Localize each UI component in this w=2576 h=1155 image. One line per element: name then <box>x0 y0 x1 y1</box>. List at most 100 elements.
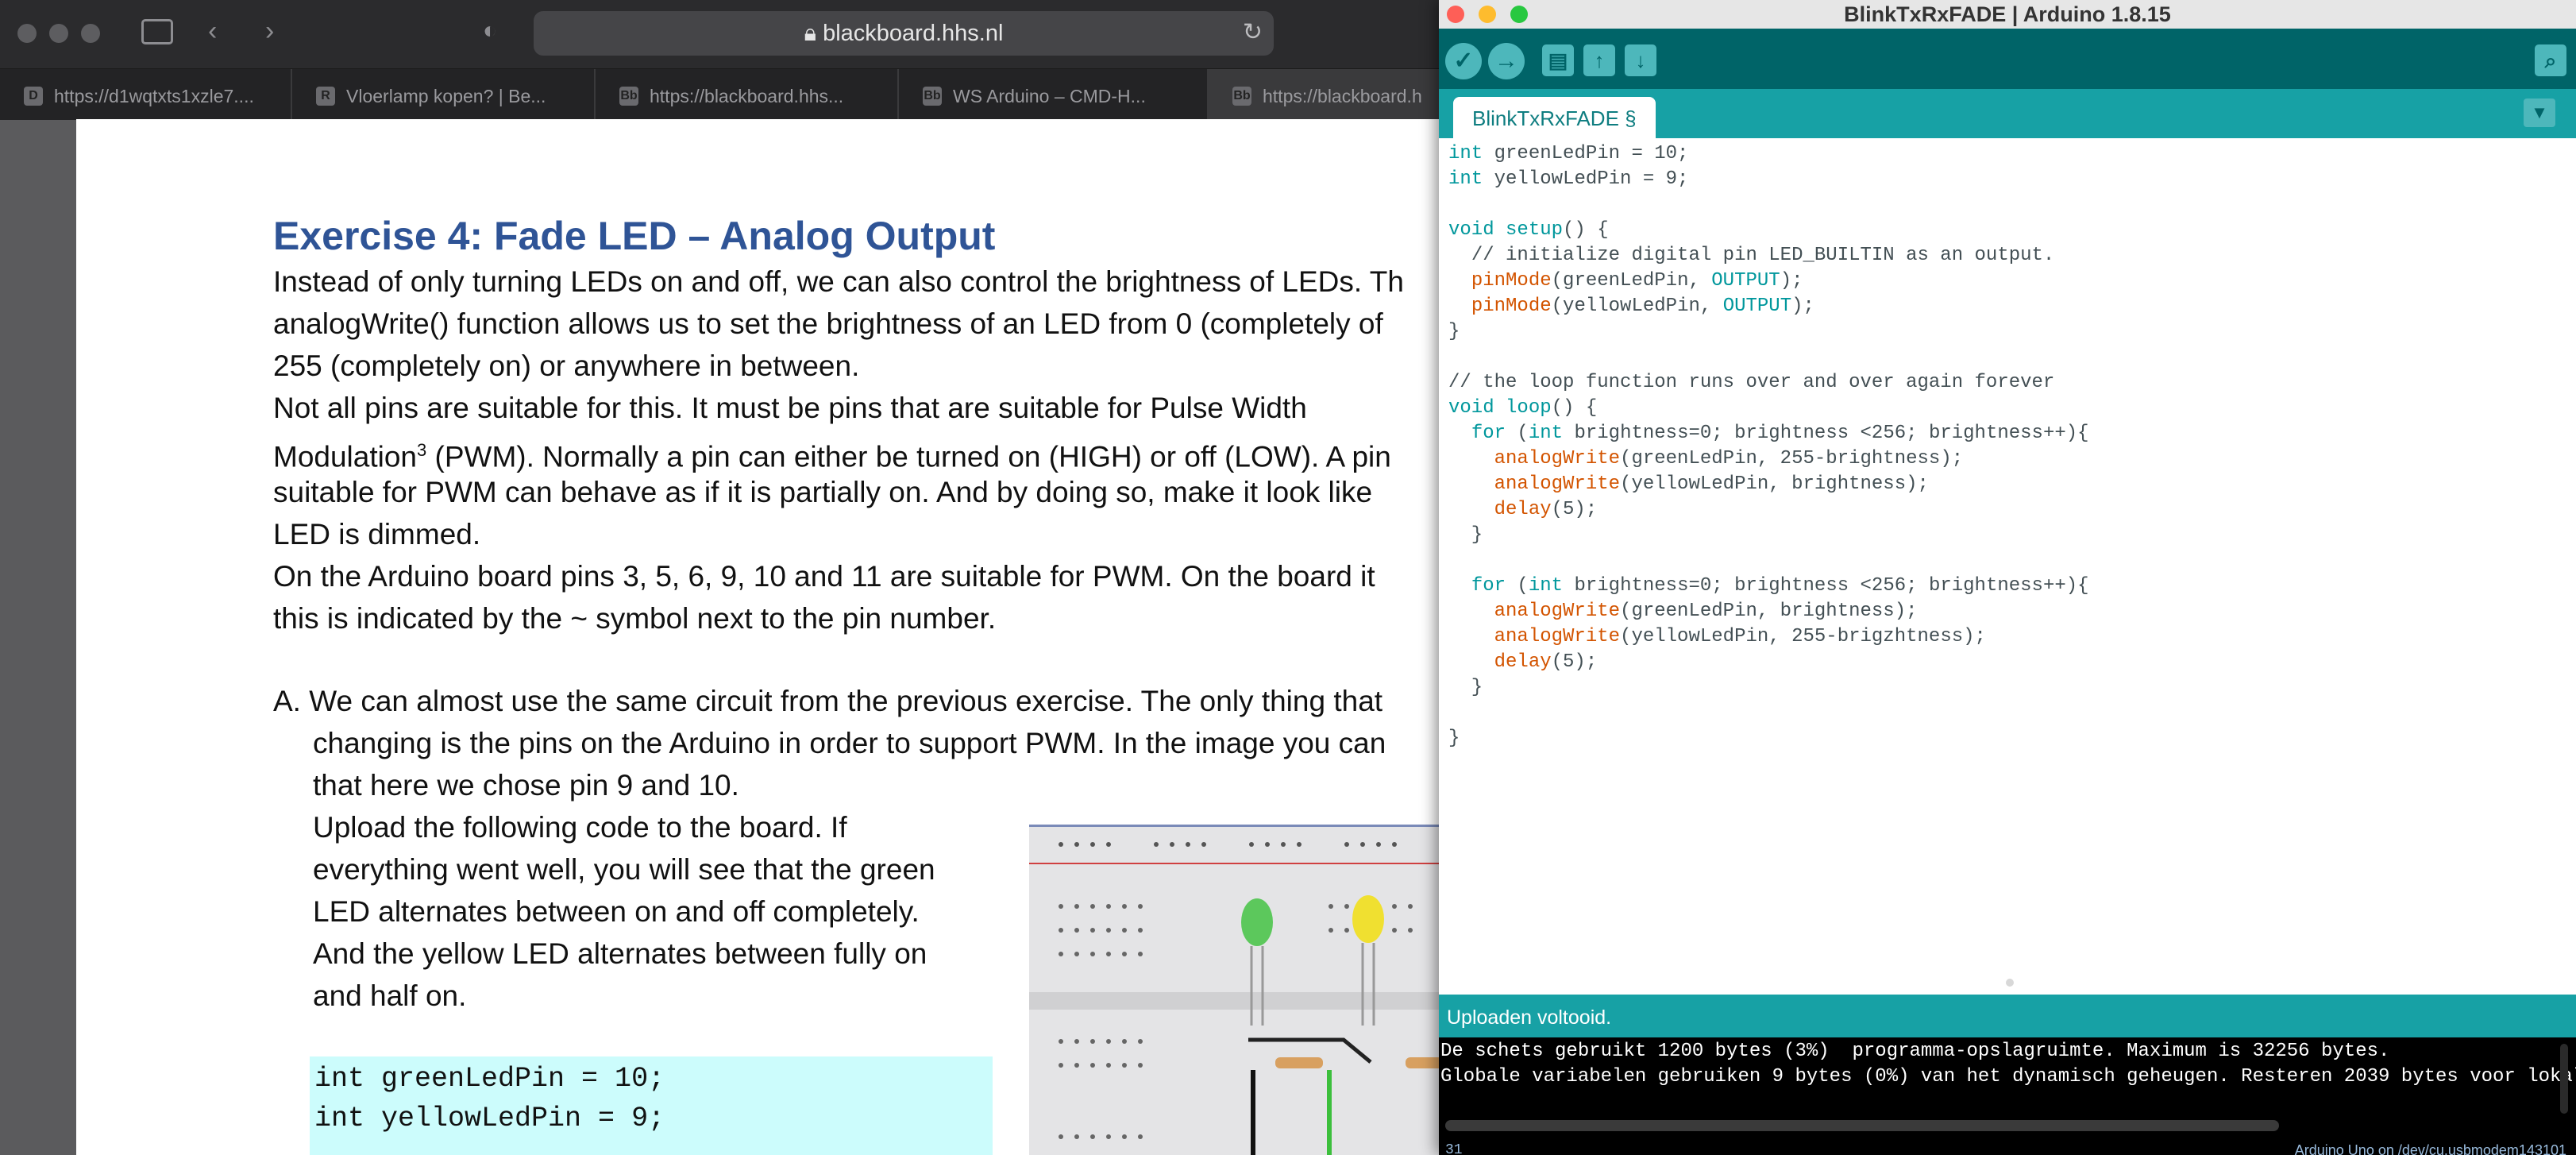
console-horizontal-scrollbar[interactable] <box>1445 1120 2279 1131</box>
serial-monitor-button[interactable]: ⌕ <box>2535 44 2566 76</box>
doc-line: On the Arduino board pins 3, 5, 6, 9, 10… <box>273 560 1375 593</box>
minimize-window-dot[interactable] <box>49 24 68 43</box>
code-line: for (int brightness=0; brightness <256; … <box>1471 423 2089 444</box>
tab-label: Vloerlamp kopen? | Be... <box>346 85 546 106</box>
code-line: pinMode(yellowLedPin, OUTPUT); <box>1471 296 1814 317</box>
forward-icon[interactable]: › <box>265 17 274 44</box>
code-line: } <box>1448 677 1483 698</box>
doc-line: analogWrite() function allows us to set … <box>273 307 1383 340</box>
code-snippet-line: int yellowLedPin = 9; <box>314 1103 665 1134</box>
ide-title-bar: BlinkTxRxFADE | Arduino 1.8.15 <box>1439 0 2576 29</box>
exercise-heading: Exercise 4: Fade LED – Analog Output <box>273 214 996 258</box>
code-line: // initialize digital pin LED_BUILTIN as… <box>1471 245 2055 266</box>
doc-line: Instead of only turning LEDs on and off,… <box>273 265 1404 298</box>
browser-tab[interactable]: R Vloerlamp kopen? | Be... <box>292 69 596 120</box>
back-icon[interactable]: ‹ <box>208 17 217 44</box>
code-line: analogWrite(yellowLedPin, 255-brigzhtnes… <box>1494 626 1986 647</box>
code-line: analogWrite(greenLedPin, brightness); <box>1494 601 1918 622</box>
doc-line: this is indicated by the ~ symbol next t… <box>273 602 997 635</box>
save-sketch-button[interactable]: ↓ <box>1625 44 1656 76</box>
doc-line: A. We can almost use the same circuit fr… <box>273 685 1383 717</box>
doc-line: Not all pins are suitable for this. It m… <box>273 392 1307 424</box>
doc-line: LED alternates between on and off comple… <box>313 895 920 928</box>
code-line: void setup() { <box>1448 219 1609 241</box>
triangle-down-icon: ▼ <box>2531 102 2548 122</box>
doc-line: changing is the pins on the Arduino in o… <box>313 727 1386 759</box>
tab-favicon: Bb <box>923 86 942 106</box>
arrow-down-icon: ↓ <box>1635 48 1646 72</box>
upload-status: Uploaden voltooid. <box>1447 1006 1612 1029</box>
console-line: De schets gebruikt 1200 bytes (3%) progr… <box>1440 1041 2390 1062</box>
document-page: Exercise 4: Fade LED – Analog Output Ins… <box>76 119 1445 1155</box>
code-snippet-line: int greenLedPin = 10; <box>314 1063 665 1095</box>
code-line: } <box>1448 524 1483 546</box>
ide-window-title: BlinkTxRxFADE | Arduino 1.8.15 <box>1844 2 2171 26</box>
code-line: int greenLedPin = 10; <box>1448 143 1689 164</box>
url-text: blackboard.hhs.nl <box>823 21 1004 46</box>
code-line: analogWrite(greenLedPin, 255-brightness)… <box>1494 448 1964 469</box>
tab-label: https://blackboard.h <box>1263 85 1422 106</box>
tab-label: WS Arduino – CMD-H... <box>953 85 1146 106</box>
doc-line: that here we chose pin 9 and 10. <box>313 769 739 802</box>
reload-icon[interactable]: ↻ <box>1243 19 1263 46</box>
close-window-dot[interactable] <box>17 24 37 43</box>
browser-tab[interactable]: Dhttps://d1wqtxts1xzle7.... <box>0 69 292 120</box>
shield-icon[interactable]: ◐ <box>483 17 497 44</box>
lock-icon: 🔒︎ <box>804 21 823 46</box>
doc-line: And the yellow LED alternates between fu… <box>313 937 927 970</box>
code-editor[interactable]: int greenLedPin = 10; int yellowLedPin =… <box>1439 138 2576 995</box>
console-vertical-scrollbar[interactable] <box>2560 1044 2568 1114</box>
doc-line: and half on. <box>313 979 467 1012</box>
new-file-icon: ▤ <box>1548 48 1568 72</box>
ide-toolbar: ✓ → ▤ ↑ ↓ ⌕ <box>1439 29 2576 89</box>
tab-favicon: D <box>24 86 43 106</box>
browser-tab[interactable]: Bb WS Arduino – CMD-H... <box>899 69 1209 120</box>
zoom-window-dot[interactable] <box>81 24 100 43</box>
code-line: delay(5); <box>1494 651 1598 673</box>
address-bar[interactable]: 🔒︎ blackboard.hhs.nl ↻ <box>534 11 1274 56</box>
sidebar-icon[interactable] <box>141 19 173 44</box>
code-line: } <box>1448 728 1460 749</box>
tab-favicon: R <box>316 86 335 106</box>
output-console[interactable]: De schets gebruikt 1200 bytes (3%) progr… <box>1439 1037 2576 1155</box>
breadboard-image <box>1029 825 1445 1155</box>
code-line: } <box>1448 321 1460 342</box>
verify-button[interactable]: ✓ <box>1445 43 1482 79</box>
code-line: analogWrite(yellowLedPin, brightness); <box>1494 473 1929 495</box>
splitter-handle[interactable] <box>2006 979 2014 987</box>
tab-label: https://d1wqtxts1xzle7.... <box>54 85 254 106</box>
modulation-word: Modulation <box>273 440 418 473</box>
code-line: void loop() { <box>1448 397 1598 419</box>
tab-menu-button[interactable]: ▼ <box>2524 99 2555 127</box>
code-line: // the loop function runs over and over … <box>1448 372 2055 393</box>
browser-tab[interactable]: Bb https://blackboard.hhs... <box>596 69 899 120</box>
doc-line-rest: (PWM). Normally a pin can either be turn… <box>434 440 1391 473</box>
ide-tab-bar: BlinkTxRxFADE § ▼ <box>1439 89 2576 138</box>
sketch-tab[interactable]: BlinkTxRxFADE § <box>1453 97 1656 138</box>
browser-tab-active[interactable]: Bb https://blackboard.h <box>1209 69 1445 120</box>
browser-tab-bar: Dhttps://d1wqtxts1xzle7.... R Vloerlamp k… <box>0 68 1445 120</box>
breadboard-illustration <box>1029 827 1445 1155</box>
board-info: Arduino Uno on /dev/cu.usbmodem143101 <box>2294 1142 2566 1155</box>
console-line: Globale variabelen gebruiken 9 bytes (0%… <box>1440 1066 2576 1087</box>
open-sketch-button[interactable]: ↑ <box>1583 44 1615 76</box>
code-line: pinMode(greenLedPin, OUTPUT); <box>1471 270 1803 292</box>
tab-favicon: Bb <box>1232 86 1251 106</box>
upload-button[interactable]: → <box>1488 43 1525 79</box>
doc-line: 255 (completely on) or anywhere in betwe… <box>273 350 860 382</box>
code-line: delay(5); <box>1494 499 1598 520</box>
arduino-ide-window: BlinkTxRxFADE | Arduino 1.8.15 ✓ → ▤ ↑ ↓… <box>1439 0 2576 1155</box>
doc-line: Upload the following code to the board. … <box>313 811 847 844</box>
doc-line: suitable for PWM can behave as if it is … <box>273 476 1373 508</box>
magnifier-icon: ⌕ <box>2544 48 2557 72</box>
doc-line: LED is dimmed. <box>273 518 481 550</box>
footnote-marker[interactable]: 3 <box>417 440 426 460</box>
doc-line: everything went well, you will see that … <box>313 853 935 886</box>
code-line: int yellowLedPin = 9; <box>1448 168 1689 190</box>
new-sketch-button[interactable]: ▤ <box>1542 44 1574 76</box>
checkmark-icon: ✓ <box>1453 48 1474 74</box>
arrow-right-icon: → <box>1494 48 1518 74</box>
status-bar: Uploaden voltooid. <box>1439 995 2576 1037</box>
browser-toolbar: ‹ › ◐ 🔒︎ blackboard.hhs.nl ↻ <box>0 0 1445 68</box>
tab-favicon: Bb <box>619 86 638 106</box>
